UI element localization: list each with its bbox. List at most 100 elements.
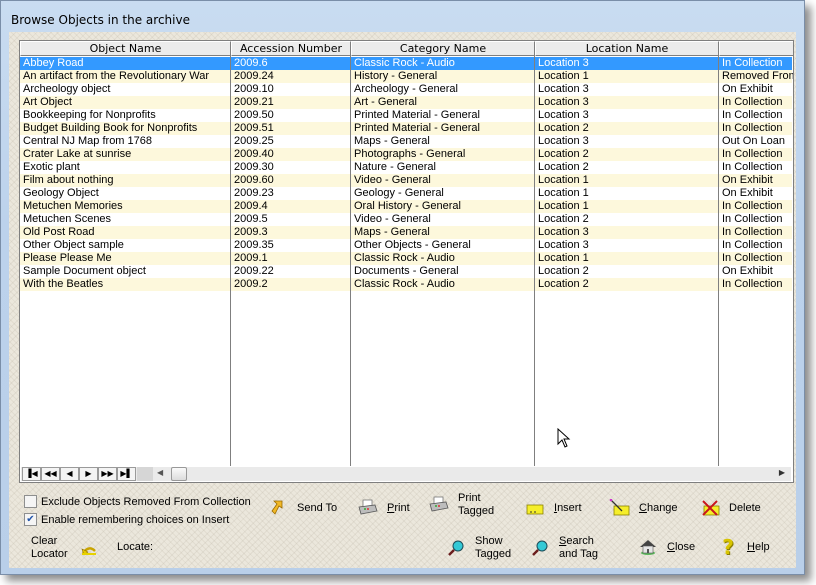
close-button[interactable]: Close [637, 537, 695, 557]
search-and-tag-button[interactable]: Search and Tag [529, 535, 598, 561]
undo-arrow-icon[interactable] [81, 541, 97, 560]
cell-status: In Collection [722, 161, 783, 173]
cell-status: In Collection [722, 148, 783, 160]
objects-grid[interactable]: Object Name Accession Number Category Na… [19, 40, 794, 483]
table-row[interactable]: With the Beatles 2009.2 Classic Rock - Aud… [20, 278, 792, 291]
magnifier-icon [445, 538, 467, 558]
table-row[interactable]: Archeology object 2009.10 Archeology - Gen… [20, 83, 792, 96]
insert-label: Insert [554, 501, 582, 514]
navigator-spacer [137, 467, 153, 481]
horizontal-scrollbar-thumb[interactable] [171, 467, 187, 481]
table-row[interactable]: Other Object sample 2009.35 Other Objects … [20, 239, 792, 252]
print-label: Print [387, 501, 410, 514]
clear-locator-button[interactable]: Clear Locator [31, 535, 68, 561]
next-record-button[interactable]: ▶ [79, 467, 98, 481]
cell-location-name: Location 3 [538, 226, 589, 238]
locate-input[interactable] [159, 537, 309, 555]
show-tagged-button[interactable]: Show Tagged [445, 535, 511, 561]
table-row[interactable]: Budget Building Book for Nonprofits 2009.… [20, 122, 792, 135]
clear-locator-label-2: Locator [31, 548, 68, 560]
search-and-tag-label: Search and Tag [559, 535, 598, 560]
cell-object-name: Art Object [23, 96, 72, 108]
cell-accession-number: 2009.40 [234, 148, 274, 160]
first-record-button[interactable]: ▐◀ [22, 467, 41, 481]
close-label: Close [667, 540, 696, 553]
cell-accession-number: 2009.5 [234, 213, 268, 225]
cell-status: In Collection [722, 278, 783, 290]
table-row[interactable]: An artifact from the Revolutionary War 20… [20, 70, 793, 83]
cell-category-name: Art - General [354, 96, 417, 108]
prior-record-button[interactable]: ◀ [60, 467, 79, 481]
cell-category-name: Other Objects - General [354, 239, 471, 251]
cell-accession-number: 2009.21 [234, 96, 274, 108]
cell-category-name: Video - General [354, 213, 431, 225]
cell-object-name: Film about nothing [23, 174, 114, 186]
cell-accession-number: 2009.30 [234, 161, 274, 173]
next-page-button[interactable]: ▶▶ [98, 467, 117, 481]
cell-object-name: With the Beatles [23, 278, 104, 290]
print-tagged-label: Print Tagged [458, 492, 494, 518]
exclude-removed-label: Exclude Objects Removed From Collection [41, 495, 251, 508]
cell-category-name: Nature - General [354, 161, 436, 173]
table-row[interactable]: Metuchen Memories 2009.4 Oral History - Ge… [20, 200, 792, 213]
cell-object-name: An artifact from the Revolutionary War [23, 70, 210, 82]
send-to-button[interactable]: Send To [267, 498, 337, 518]
remember-choices-checkbox[interactable]: ✔ [24, 513, 37, 526]
send-to-label: Send To [297, 501, 338, 514]
clear-locator-label-1: Clear [31, 535, 58, 547]
table-row[interactable]: Sample Document object 2009.22 Documents -… [20, 265, 792, 278]
exclude-removed-checkbox[interactable] [24, 495, 37, 508]
prior-page-button[interactable]: ◀◀ [41, 467, 60, 481]
table-row[interactable]: Central NJ Map from 1768 2009.25 Maps - Ge… [20, 135, 792, 148]
table-row[interactable]: Old Post Road 2009.3 Maps - General Locatio… [20, 226, 792, 239]
cell-category-name: Geology - General [354, 187, 444, 199]
column-header-status[interactable] [719, 41, 793, 56]
column-divider [718, 56, 719, 466]
cell-location-name: Location 2 [538, 265, 589, 277]
print-button[interactable]: Print [357, 498, 410, 518]
cell-location-name: Location 3 [538, 109, 589, 121]
change-button[interactable]: Change [609, 498, 678, 518]
table-row[interactable]: Metuchen Scenes 2009.5 Video - General Loca… [20, 213, 792, 226]
scroll-right-arrow-icon[interactable]: ▶ [779, 468, 785, 477]
cell-location-name: Location 1 [538, 252, 589, 264]
cell-location-name: Location 2 [538, 161, 589, 173]
table-row[interactable]: Geology Object 2009.23 Geology - General Lo… [20, 187, 792, 200]
table-row[interactable]: Film about nothing 2009.60 Video - General… [20, 174, 792, 187]
table-row[interactable]: Crater Lake at sunrise 2009.40 Photographs… [20, 148, 792, 161]
cell-status: In Collection [722, 239, 783, 251]
delete-button[interactable]: Delete [699, 498, 761, 518]
scroll-left-arrow-icon[interactable]: ◀ [157, 468, 163, 477]
cell-accession-number: 2009.22 [234, 265, 274, 277]
cell-accession-number: 2009.2 [234, 278, 268, 290]
remember-choices-option[interactable]: ✔ Enable remembering choices on Insert [24, 513, 229, 526]
column-header-category-name[interactable]: Category Name [351, 41, 535, 56]
table-row[interactable]: Art Object 2009.21 Art - General Location 3… [20, 96, 792, 109]
cell-status: On Exhibit [722, 174, 773, 186]
cell-status: In Collection [722, 57, 783, 69]
cell-category-name: Printed Material - General [354, 122, 480, 134]
cell-status: Out On Loan [722, 135, 785, 147]
search-and-tag-line-2: and Tag [559, 548, 598, 560]
cell-accession-number: 2009.23 [234, 187, 274, 199]
cell-object-name: Exotic plant [23, 161, 80, 173]
insert-button[interactable]: Insert [524, 498, 582, 518]
last-record-button[interactable]: ▶▌ [117, 467, 136, 481]
cell-object-name: Sample Document object [23, 265, 146, 277]
column-header-accession-number[interactable]: Accession Number [231, 41, 351, 56]
table-row[interactable]: Please Please Me 2009.1 Classic Rock - Aud… [20, 252, 792, 265]
exclude-removed-option[interactable]: Exclude Objects Removed From Collection [24, 495, 251, 508]
help-button[interactable]: ? Help [717, 537, 769, 557]
cell-location-name: Location 3 [538, 135, 589, 147]
table-row[interactable]: Abbey Road 2009.6 Classic Rock - Audio Loca… [20, 57, 792, 70]
cell-category-name: Printed Material - General [354, 109, 480, 121]
table-row[interactable]: Bookkeeping for Nonprofits 2009.50 Printed… [20, 109, 792, 122]
column-header-location-name[interactable]: Location Name [535, 41, 719, 56]
table-row[interactable]: Exotic plant 2009.30 Nature - General Locat… [20, 161, 792, 174]
print-tagged-button[interactable]: Print Tagged [428, 492, 494, 518]
cell-category-name: Archeology - General [354, 83, 458, 95]
printer-icon [428, 495, 450, 515]
send-arrow-icon [267, 498, 289, 518]
column-header-object-name[interactable]: Object Name [20, 41, 231, 56]
cell-accession-number: 2009.6 [234, 57, 268, 69]
